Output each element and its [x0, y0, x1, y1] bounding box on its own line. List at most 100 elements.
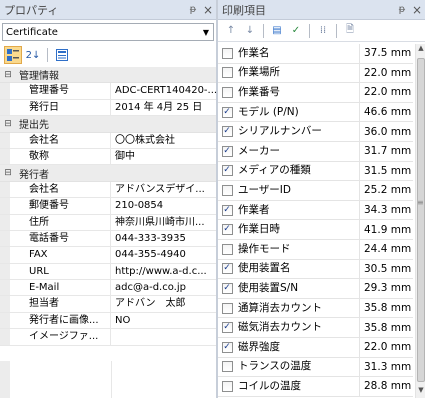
item-checkbox[interactable]: [221, 184, 233, 196]
list-item[interactable]: ✓ 使用装置S/N 29.3 mm: [218, 278, 413, 299]
item-checkbox[interactable]: ✓: [221, 322, 233, 334]
pin-icon[interactable]: ᵽ: [395, 4, 409, 15]
property-row[interactable]: 郵便番号 210-0854: [0, 198, 216, 215]
property-row[interactable]: 住所 神奈川県川崎市川...: [0, 214, 216, 231]
list-item[interactable]: コイルの温度 28.8 mm: [218, 376, 413, 397]
document-icon[interactable]: 🗎: [341, 22, 359, 40]
list-item[interactable]: 作業名 37.5 mm: [218, 43, 413, 64]
list-item[interactable]: ✓ 使用装置名 30.5 mm: [218, 259, 413, 280]
move-up-icon[interactable]: ↑: [222, 22, 240, 40]
item-size: 46.6 mm: [364, 106, 412, 119]
item-checkbox[interactable]: ✓: [221, 106, 233, 118]
property-category[interactable]: ⊟ 管理情報: [0, 67, 216, 84]
property-category[interactable]: ⊟ 提出先: [0, 116, 216, 133]
property-value[interactable]: 210-0854: [111, 198, 216, 213]
list-item[interactable]: 作業番号 22.0 mm: [218, 82, 413, 103]
item-checkbox[interactable]: [221, 302, 233, 314]
property-row[interactable]: 管理番号 ADC-CERT140420-...: [0, 83, 216, 100]
list-item[interactable]: ✓ モデル (P/N) 46.6 mm: [218, 102, 413, 123]
checkbox-cell: [218, 361, 236, 373]
item-checkbox[interactable]: [221, 361, 233, 373]
item-checkbox[interactable]: ✓: [221, 204, 233, 216]
collapse-icon[interactable]: ⊟: [0, 168, 16, 178]
row-gutter: [0, 263, 10, 280]
properties-title: プロパティ: [4, 3, 59, 17]
chevron-down-icon[interactable]: ▼: [199, 28, 213, 37]
scroll-up-icon[interactable]: ▲: [416, 44, 425, 56]
close-icon[interactable]: ×: [200, 3, 216, 17]
property-value[interactable]: 044-355-4940: [111, 247, 216, 262]
check-all-icon[interactable]: ✓: [287, 22, 305, 40]
vertical-scrollbar[interactable]: ▲ ≡ ▼: [415, 44, 425, 398]
item-checkbox[interactable]: ✓: [221, 165, 233, 177]
property-value[interactable]: 2014 年 4月 25 日: [111, 100, 216, 115]
property-name: 敬称: [10, 148, 111, 165]
property-row[interactable]: URL http://www.a-d.c...: [0, 263, 216, 281]
list-item[interactable]: ✓ メーカー 31.7 mm: [218, 141, 413, 162]
property-value[interactable]: 御中: [111, 149, 216, 164]
list-item[interactable]: ✓ 作業日時 41.9 mm: [218, 220, 413, 240]
list-item[interactable]: ✓ 作業者 34.3 mm: [218, 200, 413, 221]
property-value[interactable]: 〇〇株式会社: [111, 133, 216, 148]
move-down-icon[interactable]: ↓: [241, 22, 259, 40]
property-value[interactable]: アドバンスデザイ...: [111, 182, 216, 197]
property-value[interactable]: ADC-CERT140420-...: [111, 83, 216, 98]
item-checkbox[interactable]: [221, 86, 233, 98]
item-checkbox[interactable]: ✓: [221, 126, 233, 138]
scroll-thumb[interactable]: [417, 58, 425, 382]
property-value[interactable]: http://www.a-d.c...: [111, 264, 216, 279]
pin-icon[interactable]: ᵽ: [186, 4, 200, 15]
collapse-icon[interactable]: ⊟: [0, 70, 16, 80]
object-selector-value: Certificate: [6, 26, 58, 38]
property-value[interactable]: アドバン 太郎: [111, 296, 216, 311]
categorized-view-icon[interactable]: [4, 46, 22, 64]
list-item[interactable]: ✓ シリアルナンバー 36.0 mm: [218, 122, 413, 142]
item-checkbox[interactable]: [221, 380, 233, 392]
list-view-icon[interactable]: ▤: [268, 22, 286, 40]
scroll-down-icon[interactable]: ▼: [416, 386, 425, 398]
list-item[interactable]: ✓ メディアの種類 31.5 mm: [218, 161, 413, 182]
item-checkbox[interactable]: ✓: [221, 341, 233, 353]
item-checkbox[interactable]: [221, 67, 233, 79]
property-row[interactable]: 担当者 アドバン 太郎: [0, 296, 216, 313]
property-name: イメージファ...: [10, 329, 111, 345]
item-checkbox[interactable]: ✓: [221, 282, 233, 294]
property-row[interactable]: FAX 044-355-4940: [0, 247, 216, 264]
property-row[interactable]: 電話番号 044-333-3935: [0, 230, 216, 248]
list-item[interactable]: ✓ 磁気消去カウント 35.8 mm: [218, 318, 413, 338]
item-checkbox[interactable]: [221, 47, 233, 59]
list-item[interactable]: トランスの温度 31.3 mm: [218, 357, 413, 378]
property-row[interactable]: 会社名 アドバンスデザイ...: [0, 181, 216, 199]
close-icon[interactable]: ×: [409, 3, 425, 17]
columns-icon[interactable]: ⁞⁞: [314, 22, 332, 40]
list-item[interactable]: ✓ 磁界強度 22.0 mm: [218, 337, 413, 358]
property-category[interactable]: ⊟ 発行者: [0, 165, 216, 182]
property-row[interactable]: 発行日 2014 年 4月 25 日: [0, 99, 216, 117]
sort-alphabetical-icon[interactable]: 2↓: [24, 46, 42, 64]
property-row[interactable]: 会社名 〇〇株式会社: [0, 132, 216, 149]
list-item[interactable]: 作業場所 22.0 mm: [218, 63, 413, 84]
item-checkbox[interactable]: ✓: [221, 145, 233, 157]
property-value[interactable]: 神奈川県川崎市川...: [111, 215, 216, 230]
property-value[interactable]: [111, 329, 216, 344]
item-checkbox[interactable]: [221, 243, 233, 255]
list-item[interactable]: 操作モード 24.4 mm: [218, 239, 413, 260]
property-value[interactable]: 044-333-3935: [111, 231, 216, 246]
property-pages-icon[interactable]: [53, 46, 71, 64]
item-name: 磁気消去カウント: [236, 318, 360, 338]
property-row[interactable]: 発行者に画像... NO: [0, 312, 216, 330]
item-name: モデル (P/N): [236, 102, 360, 122]
property-row[interactable]: イメージファ...: [0, 329, 216, 346]
list-item[interactable]: 通算消去カウント 35.8 mm: [218, 298, 413, 319]
item-checkbox[interactable]: ✓: [221, 263, 233, 275]
property-value[interactable]: adc@a-d.co.jp: [111, 280, 216, 295]
property-row[interactable]: E-Mail adc@a-d.co.jp: [0, 280, 216, 297]
property-row[interactable]: 敬称 御中: [0, 148, 216, 166]
list-item[interactable]: ユーザーID 25.2 mm: [218, 180, 413, 201]
item-checkbox[interactable]: ✓: [221, 224, 233, 236]
property-value[interactable]: NO: [111, 313, 216, 328]
collapse-icon[interactable]: ⊟: [0, 119, 16, 129]
item-name: 作業場所: [236, 63, 360, 83]
row-gutter: [0, 329, 10, 345]
object-selector-dropdown[interactable]: Certificate ▼: [2, 23, 214, 41]
